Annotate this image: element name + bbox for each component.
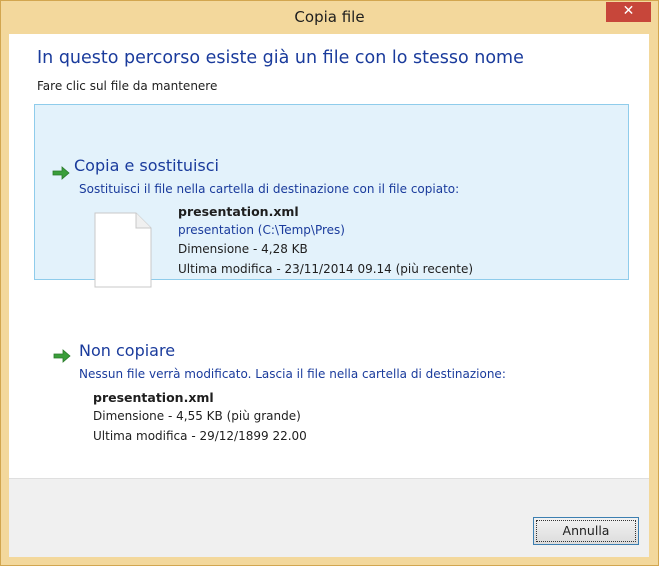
copy-and-replace-title: Copia e sostituisci <box>74 156 219 175</box>
copy-and-replace-description: Sostituisci il file nella cartella di de… <box>79 182 460 196</box>
cancel-button[interactable]: Annulla <box>533 517 639 545</box>
green-arrow-icon <box>53 349 71 363</box>
dont-copy-title: Non copiare <box>79 341 176 360</box>
close-button[interactable]: ✕ <box>606 2 651 22</box>
source-file-modified: Ultima modifica - 23/11/2014 09.14 (più … <box>178 262 474 276</box>
dialog-instruction: Fare clic sul file da mantenere <box>37 79 218 93</box>
source-file-name: presentation.xml <box>178 204 299 219</box>
dont-copy-option[interactable]: Non copiare Nessun file verrà modificato… <box>34 294 629 454</box>
dont-copy-description: Nessun file verrà modificato. Lascia il … <box>79 367 506 381</box>
copy-and-replace-option[interactable]: Copia e sostituisci Sostituisci il file … <box>34 104 629 288</box>
destination-file-name: presentation.xml <box>93 390 214 405</box>
dialog-footer: Annulla <box>9 478 649 557</box>
focus-rectangle <box>536 520 636 542</box>
title-bar[interactable]: Copia file ✕ <box>1 1 658 35</box>
file-icon <box>94 212 152 288</box>
window-title: Copia file <box>294 8 365 26</box>
dialog-heading: In questo percorso esiste già un file co… <box>37 48 524 68</box>
close-icon: ✕ <box>622 3 635 19</box>
green-arrow-icon <box>52 166 70 180</box>
destination-file-modified: Ultima modifica - 29/12/1899 22.00 <box>93 429 307 443</box>
destination-file-size: Dimensione - 4,55 KB (più grande) <box>93 409 301 423</box>
source-file-path: presentation (C:\Temp\Pres) <box>178 223 345 237</box>
source-file-size: Dimensione - 4,28 KB <box>178 242 308 256</box>
